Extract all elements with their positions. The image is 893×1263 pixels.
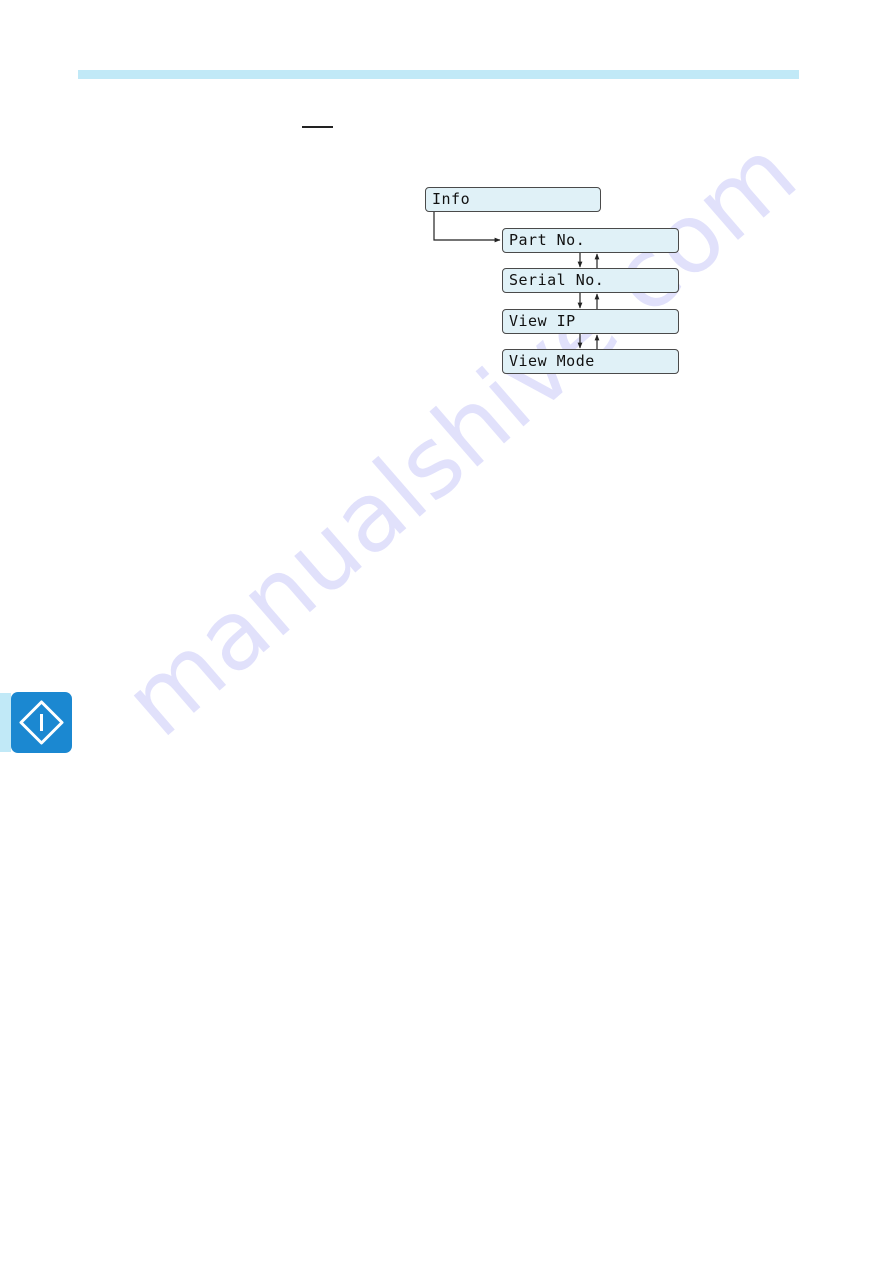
menu-item-view-ip[interactable]: View IP <box>502 309 679 334</box>
side-tab <box>11 692 72 753</box>
root-to-child-connector <box>433 212 501 243</box>
menu-item-view-mode[interactable]: View Mode <box>502 349 679 374</box>
info-diamond-icon <box>19 700 64 745</box>
menu-item-info[interactable]: Info <box>425 187 601 212</box>
watermark: manualshive.com <box>103 117 818 759</box>
underline-mark <box>302 126 333 128</box>
menu-item-serial-no[interactable]: Serial No. <box>502 268 679 293</box>
menu-item-part-no[interactable]: Part No. <box>502 228 679 253</box>
header-bar <box>78 70 799 79</box>
side-tab-strip <box>0 693 11 752</box>
